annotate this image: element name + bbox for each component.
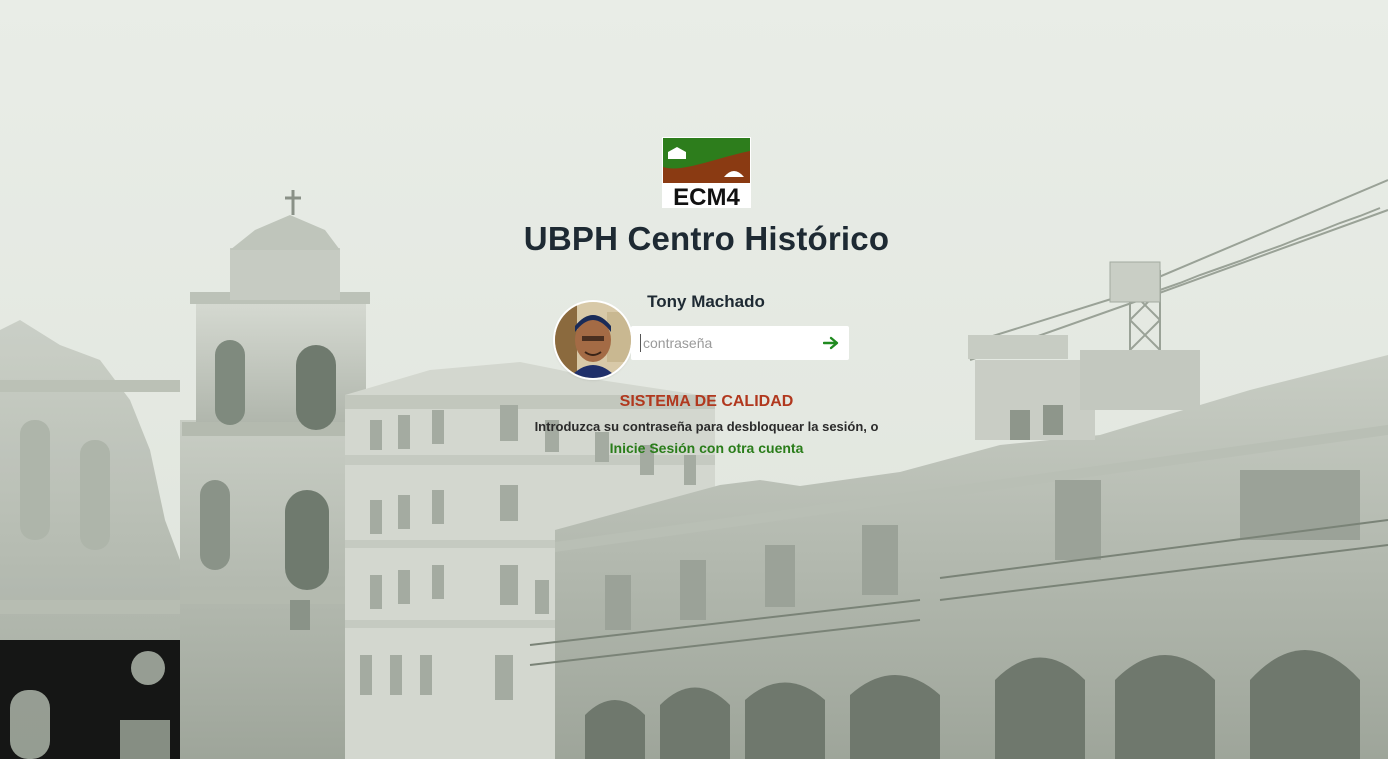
unlock-instructions: Introduzca su contraseña para desbloquea… — [534, 419, 879, 434]
unlock-submit-button[interactable] — [819, 331, 843, 355]
system-title: SISTEMA DE CALIDAD — [619, 393, 794, 410]
user-photo — [555, 302, 631, 378]
app-title: UBPH Centro Histórico — [523, 220, 890, 257]
user-name: Tony Machado — [647, 292, 765, 311]
password-box — [631, 326, 849, 360]
avatar — [555, 302, 631, 378]
arrow-right-icon — [823, 336, 839, 350]
other-account-link[interactable]: Inicie Sesión con otra cuenta — [0, 440, 1388, 456]
company-logo: ECM4 — [662, 137, 751, 208]
unlock-screen: ECM4 UBPH Centro Histórico Tony Machado … — [0, 0, 1388, 759]
logo-text: ECM4 — [673, 184, 740, 208]
password-input[interactable] — [640, 334, 812, 352]
